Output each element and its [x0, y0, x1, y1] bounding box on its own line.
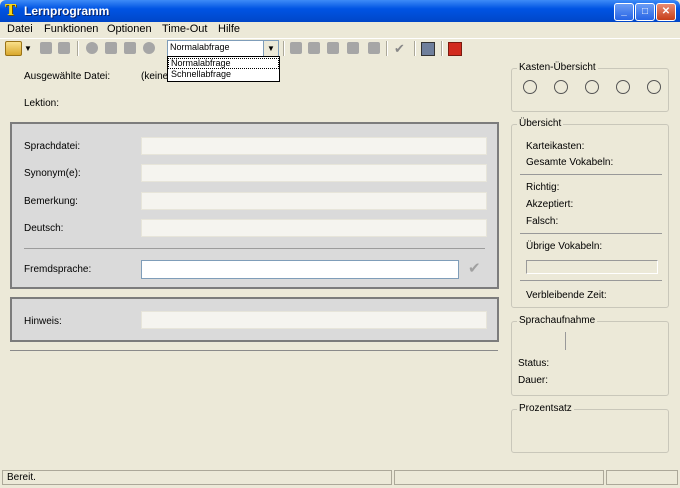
- recording-level-indicator: [565, 332, 566, 350]
- sprachaufnahme-title: Sprachaufnahme: [517, 315, 598, 326]
- toolbar-separator: [414, 41, 416, 56]
- karteikasten-label: Karteikasten:: [526, 141, 585, 152]
- bottom-area-separator: [10, 350, 498, 351]
- kasten-uebersicht-group: Kasten-Übersicht: [511, 62, 669, 112]
- table-icon[interactable]: [290, 42, 302, 54]
- divider: [520, 280, 662, 281]
- sprachdatei-label: Sprachdatei:: [24, 141, 81, 152]
- kasten-uebersicht-title: Kasten-Übersicht: [517, 62, 598, 73]
- gesamte-vokabeln-label: Gesamte Vokabeln:: [526, 157, 614, 168]
- toolbar: ▼ Normalabfrage ▼ ✔: [0, 38, 680, 59]
- toolbar-separator: [77, 41, 79, 56]
- toolbar-separator: [441, 41, 443, 56]
- menu-funktionen[interactable]: Funktionen: [44, 23, 98, 35]
- bulb-icon[interactable]: [86, 42, 98, 54]
- menu-datei[interactable]: Datei: [7, 23, 33, 35]
- divider: [520, 174, 662, 175]
- box-1-indicator[interactable]: [523, 80, 537, 94]
- title-bar[interactable]: T Lernprogramm _ □ ✕: [0, 0, 680, 22]
- deutsch-field: [141, 219, 487, 237]
- bemerkung-label: Bemerkung:: [24, 196, 78, 207]
- falsch-label: Falsch:: [526, 216, 559, 227]
- divider: [520, 233, 662, 234]
- uebersicht-title: Übersicht: [517, 118, 564, 129]
- status-text: Bereit.: [2, 470, 392, 485]
- toolbar-separator: [283, 41, 285, 56]
- selected-file-label: Ausgewählte Datei:: [24, 71, 111, 82]
- prozentsatz-title: Prozentsatz: [517, 403, 574, 414]
- lesson-label: Lektion:: [24, 98, 60, 109]
- calculator-icon[interactable]: [421, 42, 435, 56]
- box-4-indicator[interactable]: [616, 80, 630, 94]
- synonyme-field: [141, 164, 487, 182]
- divider: [24, 248, 485, 249]
- cart-icon[interactable]: [124, 42, 136, 54]
- akzeptiert-label: Akzeptiert:: [526, 199, 574, 210]
- spellcheck-icon[interactable]: ✔: [394, 41, 405, 57]
- status-bar: Bereit.: [0, 468, 680, 488]
- print-icon[interactable]: [368, 42, 380, 54]
- dropdown-option-schnellabfrage[interactable]: Schnellabfrage: [168, 69, 279, 80]
- app-icon: T: [5, 1, 17, 19]
- chevron-down-icon[interactable]: ▼: [263, 41, 278, 56]
- globe-icon[interactable]: [143, 42, 155, 54]
- save-icon[interactable]: [40, 42, 52, 54]
- uebrige-vokabeln-label: Übrige Vokabeln:: [526, 241, 603, 252]
- box-5-indicator[interactable]: [647, 80, 661, 94]
- hinweis-field: [141, 311, 487, 329]
- menu-time-out[interactable]: Time-Out: [162, 23, 207, 35]
- exit-icon[interactable]: [448, 42, 462, 56]
- check-answer-icon[interactable]: ✔: [468, 259, 481, 277]
- binoculars-icon[interactable]: [347, 42, 359, 54]
- edit-icon[interactable]: [58, 42, 70, 54]
- box-icon[interactable]: [105, 42, 117, 54]
- box-2-indicator[interactable]: [554, 80, 568, 94]
- close-button[interactable]: ✕: [656, 3, 676, 21]
- toolbar-separator: [386, 41, 388, 56]
- bemerkung-field: [141, 192, 487, 210]
- document-search-icon[interactable]: [327, 42, 339, 54]
- open-dropdown-arrow-icon[interactable]: ▼: [24, 44, 32, 53]
- minimize-button[interactable]: _: [614, 3, 634, 21]
- uebersicht-group: Übersicht Karteikasten: Gesamte Vokabeln…: [511, 118, 669, 308]
- selected-file-value: (keine: [141, 71, 169, 82]
- menu-optionen[interactable]: Optionen: [107, 23, 152, 35]
- prozentsatz-group: Prozentsatz: [511, 403, 669, 453]
- hinweis-label: Hinweis:: [24, 316, 62, 327]
- richtig-label: Richtig:: [526, 182, 560, 193]
- status-label: Status:: [518, 358, 550, 369]
- query-mode-dropdown-list: Normalabfrage Schnellabfrage: [167, 56, 280, 82]
- deutsch-label: Deutsch:: [24, 223, 64, 234]
- query-mode-value: Normalabfrage: [170, 42, 230, 52]
- fremdsprache-input[interactable]: [141, 260, 459, 279]
- box-3-indicator[interactable]: [585, 80, 599, 94]
- sprachaufnahme-group: Sprachaufnahme Status: Dauer:: [511, 315, 669, 396]
- status-pane-2: [394, 470, 604, 485]
- query-mode-select[interactable]: Normalabfrage ▼: [167, 40, 279, 57]
- dauer-label: Dauer:: [518, 375, 549, 386]
- open-folder-icon[interactable]: [5, 41, 22, 56]
- status-pane-3: [606, 470, 678, 485]
- menu-bar: Datei Funktionen Optionen Time-Out Hilfe: [0, 22, 680, 38]
- dropdown-option-normalabfrage[interactable]: Normalabfrage: [168, 58, 279, 69]
- fremdsprache-label: Fremdsprache:: [24, 264, 92, 275]
- sprachdatei-field: [141, 137, 487, 155]
- remaining-progress-bar: [526, 260, 658, 274]
- verbleibende-zeit-label: Verbleibende Zeit:: [526, 290, 607, 301]
- maximize-button[interactable]: □: [635, 3, 655, 21]
- synonyme-label: Synonym(e):: [24, 168, 81, 179]
- list-icon[interactable]: [308, 42, 320, 54]
- window-title: Lernprogramm: [24, 4, 110, 18]
- menu-hilfe[interactable]: Hilfe: [218, 23, 240, 35]
